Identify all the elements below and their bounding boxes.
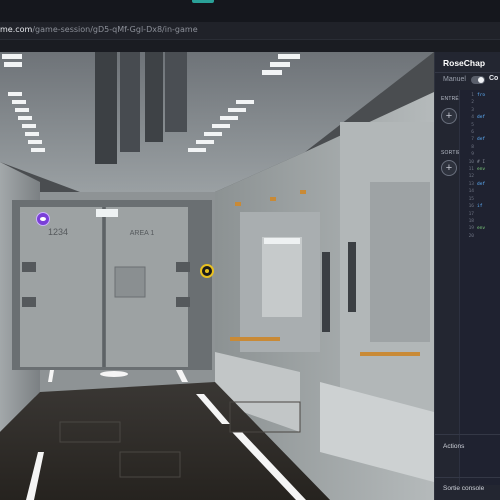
interaction-gear-icon[interactable]	[200, 264, 214, 278]
code-editor[interactable]: 1 2 3 4 5 6 7 8 9 10 11 12 13 14 15 16 1…	[459, 90, 500, 485]
add-input-button[interactable]: +	[441, 108, 457, 124]
mode-label-code: Co	[489, 75, 499, 82]
panel-title: RoseChap	[443, 58, 486, 68]
console-label: Sortie console	[443, 485, 485, 492]
gear-core-icon	[205, 269, 209, 273]
browser-top-strip	[0, 0, 500, 22]
output-label: SORTIE	[441, 150, 461, 156]
door-left-label: 1234	[48, 227, 68, 237]
side-panel: RoseChap Manuel Co ENTRÉE + SORTIE + 1 2…	[434, 52, 500, 500]
mode-toggle[interactable]	[471, 76, 485, 84]
code-line: def	[477, 115, 486, 121]
code-line: env	[477, 167, 486, 173]
actions-label: Actions	[443, 443, 465, 450]
npc-marker-icon[interactable]	[36, 212, 50, 226]
line-numbers: 1 2 3 4 5 6 7 8 9 10 11 12 13 14 15 16 1…	[468, 93, 474, 239]
code-line: fro	[477, 93, 486, 98]
panel-divider	[435, 72, 500, 73]
code-line: # I	[477, 159, 486, 165]
address-bar[interactable]: me.com/game-session/gD5-qMf-Ggl-Dx8/in-g…	[0, 22, 500, 40]
code-line: if	[477, 204, 483, 210]
game-scene[interactable]: 1234 AREA 1	[0, 52, 434, 500]
console-section: Sortie console	[435, 477, 500, 500]
url-path: /game-session/gD5-qMf-Ggl-Dx8/in-game	[32, 25, 198, 34]
active-tab-indicator	[192, 0, 214, 3]
code-line: def	[477, 181, 486, 187]
url-domain: me.com	[0, 25, 33, 34]
eye-icon	[40, 217, 46, 221]
mode-label-manual: Manuel	[443, 76, 466, 83]
corridor-render: 1234 AREA 1	[0, 52, 434, 500]
add-output-button[interactable]: +	[441, 160, 457, 176]
door-right-label: AREA 1	[130, 230, 155, 237]
url-text[interactable]: me.com/game-session/gD5-qMf-Ggl-Dx8/in-g…	[0, 25, 198, 34]
toggle-knob	[478, 77, 484, 83]
code-text[interactable]: fro def def # I env def if env	[477, 92, 485, 240]
code-line: def	[477, 137, 486, 143]
code-line: env	[477, 226, 486, 232]
